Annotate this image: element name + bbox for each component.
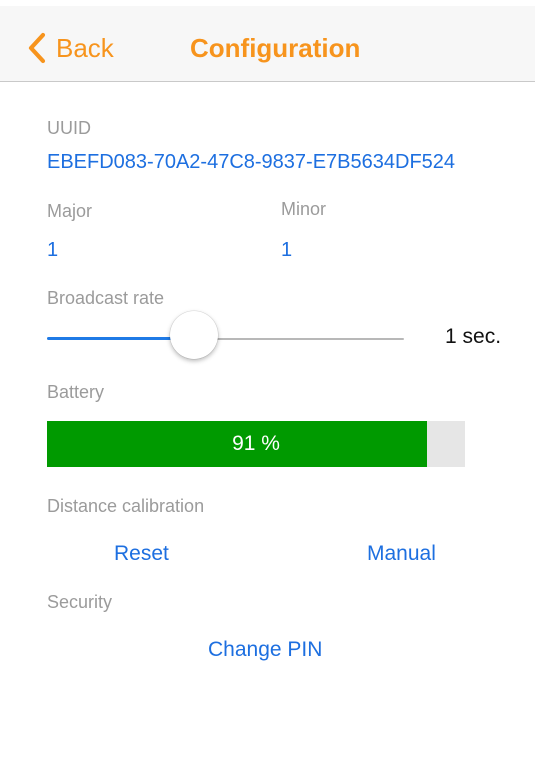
uuid-value: EBEFD083-70A2-47C8-9837-E7B5634DF524 <box>47 151 456 173</box>
major-label: Major <box>47 201 93 221</box>
distance-calibration-label: Distance calibration <box>47 496 205 516</box>
back-label: Back <box>56 33 114 63</box>
broadcast-slider-thumb[interactable] <box>170 311 218 359</box>
minor-value: 1 <box>281 239 293 261</box>
broadcast-rate-label: Broadcast rate <box>47 288 165 308</box>
security-label: Security <box>47 592 113 612</box>
navigation-bar: Back Configuration <box>0 6 535 82</box>
battery-progress-bar: 91 % <box>47 421 465 467</box>
major-value: 1 <box>47 239 59 261</box>
chevron-left-icon <box>28 32 46 64</box>
minor-label: Minor <box>281 199 327 219</box>
manual-button[interactable]: Manual <box>367 541 436 567</box>
page-title: Configuration <box>190 33 361 63</box>
change-pin-button[interactable]: Change PIN <box>208 637 322 663</box>
broadcast-slider-track[interactable] <box>197 338 404 340</box>
uuid-label: UUID <box>47 118 91 138</box>
configuration-screen: Back Configuration UUID EBEFD083-70A2-47… <box>0 0 535 761</box>
battery-label: Battery <box>47 382 105 402</box>
back-button[interactable]: Back <box>26 31 114 65</box>
broadcast-rate-value: 1 sec. <box>445 325 502 348</box>
reset-button[interactable]: Reset <box>114 541 169 567</box>
battery-percent: 91 % <box>232 432 280 455</box>
